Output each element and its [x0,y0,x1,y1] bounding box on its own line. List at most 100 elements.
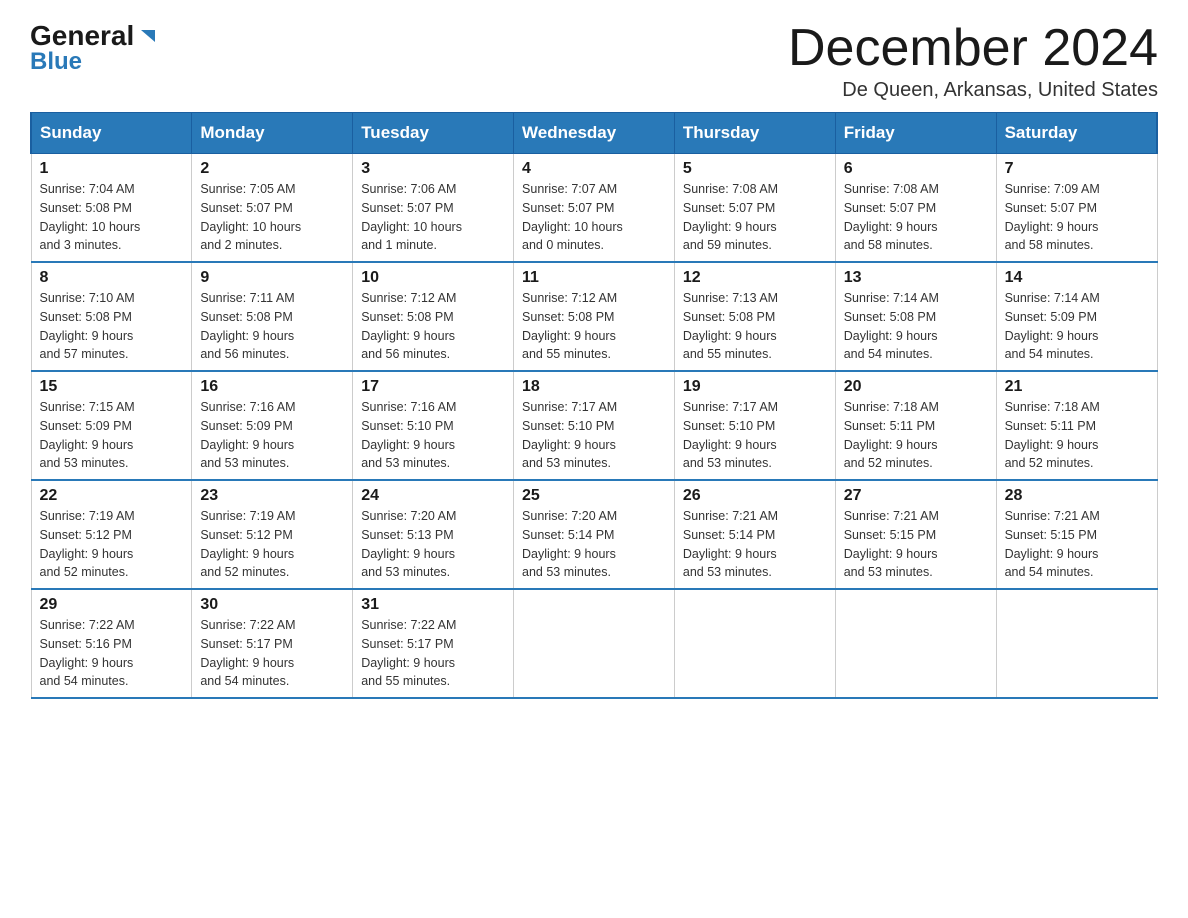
day-info: Sunrise: 7:09 AMSunset: 5:07 PMDaylight:… [1005,182,1100,252]
table-row [514,589,675,698]
day-info: Sunrise: 7:17 AMSunset: 5:10 PMDaylight:… [683,400,778,470]
title-section: December 2024 De Queen, Arkansas, United… [788,20,1158,102]
table-row: 28 Sunrise: 7:21 AMSunset: 5:15 PMDaylig… [996,480,1157,589]
day-number: 4 [522,160,666,178]
day-number: 5 [683,160,827,178]
day-info: Sunrise: 7:22 AMSunset: 5:17 PMDaylight:… [361,618,456,688]
day-info: Sunrise: 7:14 AMSunset: 5:08 PMDaylight:… [844,291,939,361]
table-row: 17 Sunrise: 7:16 AMSunset: 5:10 PMDaylig… [353,371,514,480]
day-info: Sunrise: 7:12 AMSunset: 5:08 PMDaylight:… [361,291,456,361]
day-number: 25 [522,487,666,505]
col-monday: Monday [192,113,353,154]
day-info: Sunrise: 7:16 AMSunset: 5:10 PMDaylight:… [361,400,456,470]
day-info: Sunrise: 7:21 AMSunset: 5:15 PMDaylight:… [844,509,939,579]
table-row: 18 Sunrise: 7:17 AMSunset: 5:10 PMDaylig… [514,371,675,480]
day-number: 27 [844,487,988,505]
day-number: 31 [361,596,505,614]
day-number: 28 [1005,487,1149,505]
day-number: 18 [522,378,666,396]
day-info: Sunrise: 7:20 AMSunset: 5:14 PMDaylight:… [522,509,617,579]
day-info: Sunrise: 7:18 AMSunset: 5:11 PMDaylight:… [844,400,939,470]
day-number: 13 [844,269,988,287]
table-row: 15 Sunrise: 7:15 AMSunset: 5:09 PMDaylig… [31,371,192,480]
table-row: 23 Sunrise: 7:19 AMSunset: 5:12 PMDaylig… [192,480,353,589]
day-info: Sunrise: 7:05 AMSunset: 5:07 PMDaylight:… [200,182,301,252]
day-info: Sunrise: 7:22 AMSunset: 5:16 PMDaylight:… [40,618,135,688]
table-row: 6 Sunrise: 7:08 AMSunset: 5:07 PMDayligh… [835,154,996,263]
calendar-week-row: 29 Sunrise: 7:22 AMSunset: 5:16 PMDaylig… [31,589,1157,698]
day-number: 2 [200,160,344,178]
day-number: 30 [200,596,344,614]
table-row: 14 Sunrise: 7:14 AMSunset: 5:09 PMDaylig… [996,262,1157,371]
day-info: Sunrise: 7:21 AMSunset: 5:14 PMDaylight:… [683,509,778,579]
day-number: 20 [844,378,988,396]
day-number: 11 [522,269,666,287]
day-info: Sunrise: 7:18 AMSunset: 5:11 PMDaylight:… [1005,400,1100,470]
table-row: 16 Sunrise: 7:16 AMSunset: 5:09 PMDaylig… [192,371,353,480]
day-number: 14 [1005,269,1149,287]
logo-triangle-icon [137,26,159,48]
month-year-title: December 2024 [788,20,1158,77]
day-number: 15 [40,378,184,396]
logo: General Blue [30,20,159,76]
col-saturday: Saturday [996,113,1157,154]
table-row: 26 Sunrise: 7:21 AMSunset: 5:14 PMDaylig… [674,480,835,589]
day-number: 1 [40,160,184,178]
table-row: 8 Sunrise: 7:10 AMSunset: 5:08 PMDayligh… [31,262,192,371]
day-number: 10 [361,269,505,287]
table-row: 3 Sunrise: 7:06 AMSunset: 5:07 PMDayligh… [353,154,514,263]
col-sunday: Sunday [31,113,192,154]
table-row: 11 Sunrise: 7:12 AMSunset: 5:08 PMDaylig… [514,262,675,371]
col-thursday: Thursday [674,113,835,154]
table-row: 25 Sunrise: 7:20 AMSunset: 5:14 PMDaylig… [514,480,675,589]
table-row: 9 Sunrise: 7:11 AMSunset: 5:08 PMDayligh… [192,262,353,371]
table-row: 22 Sunrise: 7:19 AMSunset: 5:12 PMDaylig… [31,480,192,589]
table-row: 31 Sunrise: 7:22 AMSunset: 5:17 PMDaylig… [353,589,514,698]
day-number: 29 [40,596,184,614]
day-info: Sunrise: 7:08 AMSunset: 5:07 PMDaylight:… [683,182,778,252]
day-info: Sunrise: 7:07 AMSunset: 5:07 PMDaylight:… [522,182,623,252]
table-row [674,589,835,698]
calendar-week-row: 22 Sunrise: 7:19 AMSunset: 5:12 PMDaylig… [31,480,1157,589]
day-number: 19 [683,378,827,396]
day-info: Sunrise: 7:08 AMSunset: 5:07 PMDaylight:… [844,182,939,252]
day-info: Sunrise: 7:21 AMSunset: 5:15 PMDaylight:… [1005,509,1100,579]
day-number: 16 [200,378,344,396]
table-row: 20 Sunrise: 7:18 AMSunset: 5:11 PMDaylig… [835,371,996,480]
day-info: Sunrise: 7:12 AMSunset: 5:08 PMDaylight:… [522,291,617,361]
day-number: 6 [844,160,988,178]
day-info: Sunrise: 7:14 AMSunset: 5:09 PMDaylight:… [1005,291,1100,361]
col-wednesday: Wednesday [514,113,675,154]
day-info: Sunrise: 7:19 AMSunset: 5:12 PMDaylight:… [40,509,135,579]
day-number: 23 [200,487,344,505]
day-info: Sunrise: 7:16 AMSunset: 5:09 PMDaylight:… [200,400,295,470]
col-tuesday: Tuesday [353,113,514,154]
day-info: Sunrise: 7:17 AMSunset: 5:10 PMDaylight:… [522,400,617,470]
table-row: 27 Sunrise: 7:21 AMSunset: 5:15 PMDaylig… [835,480,996,589]
day-number: 12 [683,269,827,287]
page-header: General Blue December 2024 De Queen, Ark… [30,20,1158,102]
table-row: 10 Sunrise: 7:12 AMSunset: 5:08 PMDaylig… [353,262,514,371]
table-row: 29 Sunrise: 7:22 AMSunset: 5:16 PMDaylig… [31,589,192,698]
table-row: 4 Sunrise: 7:07 AMSunset: 5:07 PMDayligh… [514,154,675,263]
day-number: 24 [361,487,505,505]
table-row: 1 Sunrise: 7:04 AMSunset: 5:08 PMDayligh… [31,154,192,263]
day-number: 22 [40,487,184,505]
calendar-week-row: 8 Sunrise: 7:10 AMSunset: 5:08 PMDayligh… [31,262,1157,371]
day-number: 3 [361,160,505,178]
table-row: 7 Sunrise: 7:09 AMSunset: 5:07 PMDayligh… [996,154,1157,263]
table-row: 2 Sunrise: 7:05 AMSunset: 5:07 PMDayligh… [192,154,353,263]
day-info: Sunrise: 7:22 AMSunset: 5:17 PMDaylight:… [200,618,295,688]
table-row: 19 Sunrise: 7:17 AMSunset: 5:10 PMDaylig… [674,371,835,480]
day-info: Sunrise: 7:19 AMSunset: 5:12 PMDaylight:… [200,509,295,579]
day-number: 17 [361,378,505,396]
day-info: Sunrise: 7:13 AMSunset: 5:08 PMDaylight:… [683,291,778,361]
location-subtitle: De Queen, Arkansas, United States [788,79,1158,102]
day-number: 8 [40,269,184,287]
day-info: Sunrise: 7:15 AMSunset: 5:09 PMDaylight:… [40,400,135,470]
day-number: 7 [1005,160,1149,178]
table-row: 21 Sunrise: 7:18 AMSunset: 5:11 PMDaylig… [996,371,1157,480]
table-row: 30 Sunrise: 7:22 AMSunset: 5:17 PMDaylig… [192,589,353,698]
calendar-table: Sunday Monday Tuesday Wednesday Thursday… [30,112,1158,699]
day-info: Sunrise: 7:06 AMSunset: 5:07 PMDaylight:… [361,182,462,252]
